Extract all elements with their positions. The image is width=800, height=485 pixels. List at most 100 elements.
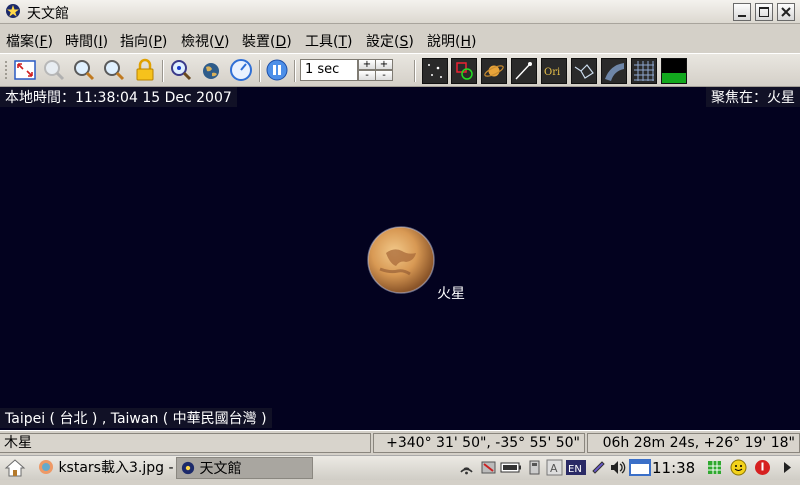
geographic-location-button[interactable] — [199, 58, 223, 82]
toggle-stars-button[interactable] — [422, 58, 448, 84]
menu-help[interactable]: 說明(H) — [427, 31, 476, 51]
taskbar-item-label: 天文館 — [199, 461, 242, 477]
close-button[interactable] — [777, 3, 795, 21]
telescope-wizard-button[interactable] — [229, 58, 253, 82]
object-name-field: 木星 — [0, 433, 371, 453]
status-bar: 木星 +340° 31' 50", -35° 55' 50" 06h 28m 2… — [0, 430, 800, 455]
menu-time[interactable]: 時間(I) — [65, 31, 108, 51]
toggle-solar-system-button[interactable] — [481, 58, 507, 84]
calendar-icon[interactable] — [629, 459, 651, 476]
kstars-app-icon[interactable] — [5, 3, 21, 19]
find-object-button[interactable] — [169, 58, 193, 82]
comets-icon — [515, 62, 532, 80]
menu-settings-tail: ) — [408, 34, 414, 50]
coordinate-grid-icon — [634, 61, 654, 81]
menu-view-key: V — [214, 34, 225, 50]
window-title: 天文館 — [27, 6, 69, 22]
taskbar-item-kstars[interactable]: 天文館 — [176, 457, 313, 479]
home-button[interactable] — [4, 457, 30, 479]
taskbar-item-image-viewer[interactable]: kstars載入3.jpg - — [38, 457, 174, 479]
clipboard-icon[interactable] — [590, 459, 607, 476]
zoom-out-button[interactable] — [102, 58, 126, 82]
lock-button[interactable] — [133, 58, 157, 82]
spreadsheet-icon[interactable] — [706, 459, 723, 476]
constellation-names-icon: Ori — [544, 67, 560, 78]
toggle-milky-way-button[interactable] — [601, 58, 627, 84]
toggle-horizon-button[interactable] — [661, 58, 687, 84]
toolbar-separator — [414, 60, 416, 82]
menu-bar: 檔案(F) 時間(I) 指向(P) 檢視(V) 裝置(D) 工具(T) 設定(S… — [0, 25, 800, 53]
menu-help-key: H — [460, 34, 471, 50]
toggle-deep-sky-button[interactable] — [451, 58, 477, 84]
taskbar-item-label: kstars載入3.jpg - — [58, 460, 174, 476]
location-readout: Taipei ( 台北 ) , Taiwan ( 中華民國台灣 ) — [0, 408, 272, 428]
svg-text:EN: EN — [568, 464, 582, 475]
home-icon — [4, 459, 26, 477]
menu-tools-label: 工具( — [305, 34, 339, 50]
taskbar-clock[interactable]: 11:38 — [652, 457, 695, 479]
fullscreen-button[interactable] — [13, 58, 37, 82]
zoom-in-button[interactable] — [72, 58, 96, 82]
pause-icon — [266, 59, 288, 81]
toolbar-separator — [259, 60, 261, 82]
horizon-icon — [662, 59, 686, 83]
time-step-decrease[interactable]: - — [358, 70, 376, 81]
menu-file-tail: ) — [47, 34, 53, 50]
menu-view-label: 檢視( — [181, 34, 215, 50]
stars-icon — [428, 64, 442, 78]
toolbar-separator — [162, 60, 164, 82]
orion-label: Ori — [544, 67, 560, 78]
menu-tools-key: T — [338, 34, 348, 50]
az-alt-field: +340° 31' 50", -35° 55' 50" — [373, 433, 585, 453]
toolbar-grip[interactable] — [3, 58, 9, 82]
menu-file-label: 檔案( — [6, 34, 40, 50]
menu-devices[interactable]: 裝置(D) — [242, 31, 292, 51]
minimize-button[interactable] — [733, 3, 751, 21]
pause-clock-button[interactable] — [265, 58, 289, 82]
zoom-default-button[interactable] — [42, 58, 66, 82]
usb-drive-icon[interactable] — [526, 459, 543, 476]
time-step-unit-increase[interactable]: + — [375, 59, 393, 70]
menu-view[interactable]: 檢視(V) — [181, 31, 230, 51]
device-icon[interactable] — [480, 459, 497, 476]
keyboard-layout-icon[interactable]: EN — [566, 459, 586, 476]
focus-object-readout: 聚焦在：火星 — [706, 87, 800, 107]
constellation-lines-icon — [574, 64, 594, 79]
title-bar[interactable]: 天文館 — [0, 0, 800, 24]
compass-icon — [230, 59, 252, 81]
mars-planet[interactable] — [364, 223, 438, 297]
volume-icon[interactable] — [609, 459, 626, 476]
menu-devices-label: 裝置( — [242, 34, 276, 50]
menu-file-key: F — [39, 34, 48, 50]
menu-tools-tail: ) — [347, 34, 353, 50]
ra-dec-field: 06h 28m 24s, +26° 19' 18" — [587, 433, 800, 453]
deep-sky-icon — [456, 62, 473, 80]
sky-map[interactable]: 本地時間：11:38:04 15 Dec 2007 聚焦在：火星 火星 Taip… — [0, 87, 800, 430]
menu-pointing-label: 指向( — [120, 34, 154, 50]
menu-devices-key: D — [275, 34, 287, 50]
power-icon[interactable] — [754, 459, 771, 476]
menu-time-label: 時間( — [65, 34, 99, 50]
toggle-constellation-names-button[interactable]: Ori — [541, 58, 567, 84]
close-icon — [781, 7, 791, 17]
toggle-constellation-lines-button[interactable] — [571, 58, 597, 84]
smiley-icon[interactable] — [730, 459, 747, 476]
menu-settings[interactable]: 設定(S) — [366, 31, 414, 51]
menu-tools[interactable]: 工具(T) — [305, 31, 353, 51]
menu-pointing[interactable]: 指向(P) — [120, 31, 167, 51]
time-step-unit-decrease[interactable]: - — [375, 70, 393, 81]
toggle-coordinate-grid-button[interactable] — [631, 58, 657, 84]
taskbar: kstars載入3.jpg - 天文館 A EN 11:38 — [0, 455, 800, 480]
zoom-default-icon — [44, 60, 65, 81]
network-icon[interactable] — [458, 459, 475, 476]
expand-tray-icon[interactable] — [781, 459, 793, 476]
time-step-increase[interactable]: + — [358, 59, 376, 70]
font-icon[interactable]: A — [546, 459, 563, 476]
toggle-comets-button[interactable] — [511, 58, 537, 84]
time-step-input[interactable]: 1 sec — [300, 59, 358, 81]
menu-time-tail: ) — [102, 34, 109, 50]
battery-icon[interactable] — [500, 459, 522, 476]
menu-file[interactable]: 檔案(F) — [6, 31, 53, 51]
menu-settings-label: 設定( — [366, 34, 400, 50]
maximize-button[interactable] — [755, 3, 773, 21]
